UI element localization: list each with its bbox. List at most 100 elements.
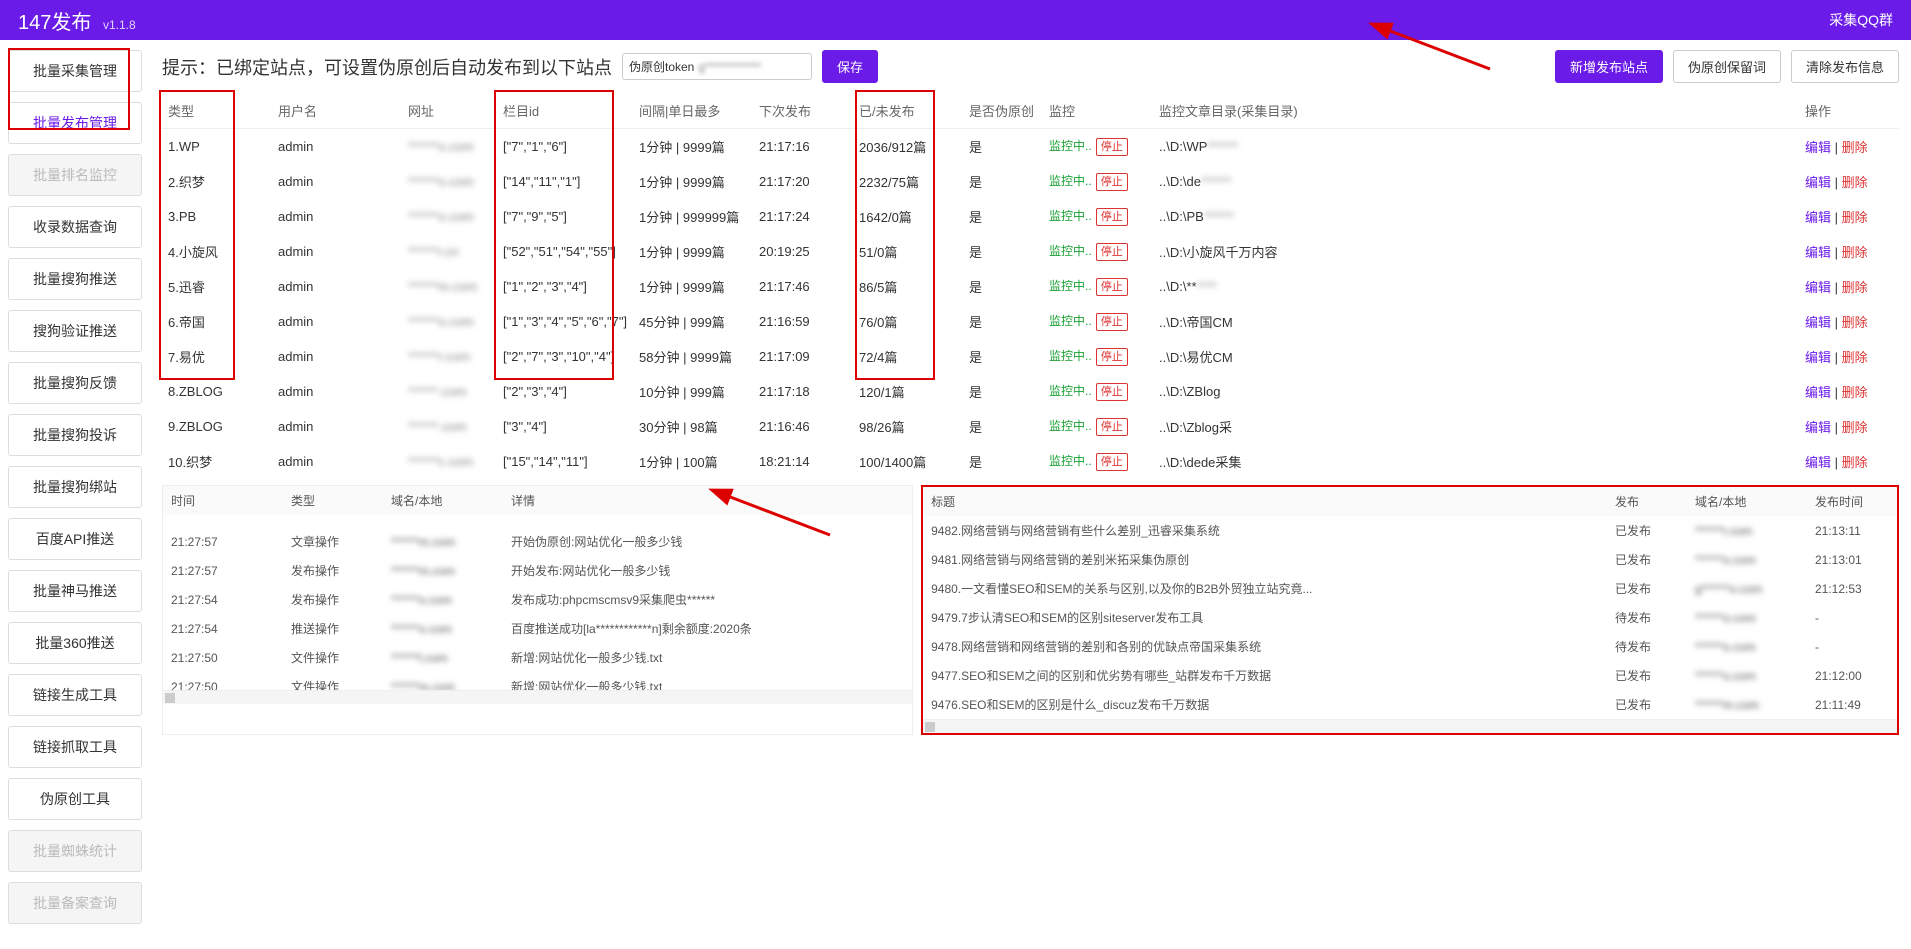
cell-intv: 1分钟 | 100篇 <box>633 444 753 479</box>
monitor-status: 监控中.. <box>1049 174 1092 188</box>
edit-link[interactable]: 编辑 <box>1805 420 1831 435</box>
sidebar-item-14[interactable]: 伪原创工具 <box>8 778 142 820</box>
top-bar: 147发布 v1.1.8 采集QQ群 <box>0 0 1911 40</box>
clear-pub-button[interactable]: 清除发布信息 <box>1791 50 1899 83</box>
table-row: 7.易优admin******r.com["2","7","3","10","4… <box>162 339 1899 374</box>
sidebar-item-10[interactable]: 批量神马推送 <box>8 570 142 612</box>
cell-type: 9.ZBLOG <box>162 409 272 444</box>
stop-button[interactable]: 停止 <box>1096 383 1128 401</box>
cell-actions: 编辑 | 删除 <box>1799 234 1899 269</box>
col-4: 间隔|单日最多 <box>633 93 753 129</box>
sidebar-item-3[interactable]: 收录数据查询 <box>8 206 142 248</box>
log-row: 21:27:50文件操作******l.com新增:网站优化一般多少钱.txt <box>163 643 912 672</box>
delete-link[interactable]: 删除 <box>1842 140 1868 155</box>
scrollbar[interactable] <box>923 719 1897 733</box>
cell-pseudo: 是 <box>963 199 1043 234</box>
cell-user: admin <box>272 164 402 199</box>
log-row: 21:27:57发布操作******m.com开始发布:网站优化一般多少钱 <box>163 556 912 585</box>
cell-monitor: 监控中..停止 <box>1043 304 1153 339</box>
log-row: 21:27:57文章操作******m.com开始伪原创:网站优化一般多少钱 <box>163 527 912 556</box>
stop-button[interactable]: 停止 <box>1096 173 1128 191</box>
sidebar-item-9[interactable]: 百度API推送 <box>8 518 142 560</box>
edit-link[interactable]: 编辑 <box>1805 385 1831 400</box>
cell-actions: 编辑 | 删除 <box>1799 339 1899 374</box>
log-row: 9477.SEO和SEM之间的区别和优劣势有哪些_站群发布千万数据已发布****… <box>923 661 1897 690</box>
edit-link[interactable]: 编辑 <box>1805 315 1831 330</box>
edit-link[interactable]: 编辑 <box>1805 280 1831 295</box>
stop-button[interactable]: 停止 <box>1096 278 1128 296</box>
sidebar-item-13[interactable]: 链接抓取工具 <box>8 726 142 768</box>
sidebar: 批量采集管理批量发布管理批量排名监控收录数据查询批量搜狗推送搜狗验证推送批量搜狗… <box>0 40 150 944</box>
cell-user: admin <box>272 339 402 374</box>
edit-link[interactable]: 编辑 <box>1805 175 1831 190</box>
delete-link[interactable]: 删除 <box>1842 175 1868 190</box>
qq-group-link[interactable]: 采集QQ群 <box>1829 10 1893 30</box>
table-row: 8.ZBLOGadmin******.com["2","3","4"]10分钟 … <box>162 374 1899 409</box>
log-row: 9480.一文看懂SEO和SEM的关系与区别,以及你的B2B外贸独立站究竟...… <box>923 574 1897 603</box>
delete-link[interactable]: 删除 <box>1842 245 1868 260</box>
stop-button[interactable]: 停止 <box>1096 453 1128 471</box>
edit-link[interactable]: 编辑 <box>1805 245 1831 260</box>
cell-monitor: 监控中.. 停止 <box>1043 339 1153 374</box>
log-row: 9479.7步认清SEO和SEM的区别siteserver发布工具待发布****… <box>923 603 1897 632</box>
delete-link[interactable]: 删除 <box>1842 420 1868 435</box>
cell-url: ******o.com <box>402 129 497 165</box>
delete-link[interactable]: 删除 <box>1842 350 1868 365</box>
cell-dir: ..\D:\ZBlog <box>1153 374 1799 409</box>
cell-pseudo: 是 <box>963 269 1043 304</box>
cell-next: 21:17:18 <box>753 374 853 409</box>
keep-word-button[interactable]: 伪原创保留词 <box>1673 50 1781 83</box>
stop-button[interactable]: 停止 <box>1096 418 1128 436</box>
stop-button[interactable]: 停止 <box>1096 313 1128 331</box>
sidebar-item-2: 批量排名监控 <box>8 154 142 196</box>
monitor-status: 监控中.. <box>1049 384 1092 398</box>
cell-url: ******o.com <box>402 199 497 234</box>
sidebar-item-7[interactable]: 批量搜狗投诉 <box>8 414 142 456</box>
cell-url: ******i.cn <box>402 234 497 269</box>
delete-link[interactable]: 删除 <box>1842 455 1868 470</box>
sidebar-item-12[interactable]: 链接生成工具 <box>8 674 142 716</box>
monitor-status: 监控中.. <box>1049 279 1092 293</box>
cell-user: admin <box>272 129 402 165</box>
cell-dir: ..\D:\Zblog采 <box>1153 409 1799 444</box>
stop-button[interactable]: 停止 <box>1096 208 1128 226</box>
brand-name: 147发布 <box>18 12 91 34</box>
delete-link[interactable]: 删除 <box>1842 385 1868 400</box>
edit-link[interactable]: 编辑 <box>1805 350 1831 365</box>
monitor-status: 监控中.. <box>1049 209 1092 223</box>
cell-monitor: 监控中..停止 <box>1043 409 1153 444</box>
edit-link[interactable]: 编辑 <box>1805 455 1831 470</box>
scrollbar[interactable] <box>163 690 912 704</box>
cell-next: 18:21:14 <box>753 444 853 479</box>
stop-button[interactable]: 停止 <box>1096 348 1128 366</box>
sidebar-item-8[interactable]: 批量搜狗绑站 <box>8 466 142 508</box>
log-row: ****** <box>163 515 912 527</box>
edit-link[interactable]: 编辑 <box>1805 140 1831 155</box>
col-2: 网址 <box>402 93 497 129</box>
delete-link[interactable]: 删除 <box>1842 315 1868 330</box>
cell-monitor: 监控中.. 停止 <box>1043 374 1153 409</box>
log-row: 9482.网络营销与网络营销有些什么差别_迅睿采集系统已发布******r.co… <box>923 516 1897 545</box>
stop-button[interactable]: 停止 <box>1096 138 1128 156</box>
cell-type: 10.织梦 <box>162 444 272 479</box>
col-8: 监控 <box>1043 93 1153 129</box>
edit-link[interactable]: 编辑 <box>1805 210 1831 225</box>
monitor-status: 监控中.. <box>1049 349 1092 363</box>
cell-pseudo: 是 <box>963 409 1043 444</box>
delete-link[interactable]: 删除 <box>1842 280 1868 295</box>
cell-monitor: 监控中..停止 <box>1043 129 1153 165</box>
cell-monitor: 监控中.. 停止 <box>1043 269 1153 304</box>
sidebar-item-6[interactable]: 批量搜狗反馈 <box>8 362 142 404</box>
token-input[interactable]: 伪原创token g************ <box>622 53 812 80</box>
cell-url: ******.com <box>402 409 497 444</box>
sidebar-item-11[interactable]: 批量360推送 <box>8 622 142 664</box>
save-button[interactable]: 保存 <box>822 50 878 83</box>
sidebar-item-5[interactable]: 搜狗验证推送 <box>8 310 142 352</box>
stop-button[interactable]: 停止 <box>1096 243 1128 261</box>
delete-link[interactable]: 删除 <box>1842 210 1868 225</box>
cell-intv: 58分钟 | 9999篇 <box>633 339 753 374</box>
cell-next: 21:17:20 <box>753 164 853 199</box>
table-row: 6.帝国admin******o.com["1","3","4","5","6"… <box>162 304 1899 339</box>
add-site-button[interactable]: 新增发布站点 <box>1555 50 1663 83</box>
sidebar-item-4[interactable]: 批量搜狗推送 <box>8 258 142 300</box>
